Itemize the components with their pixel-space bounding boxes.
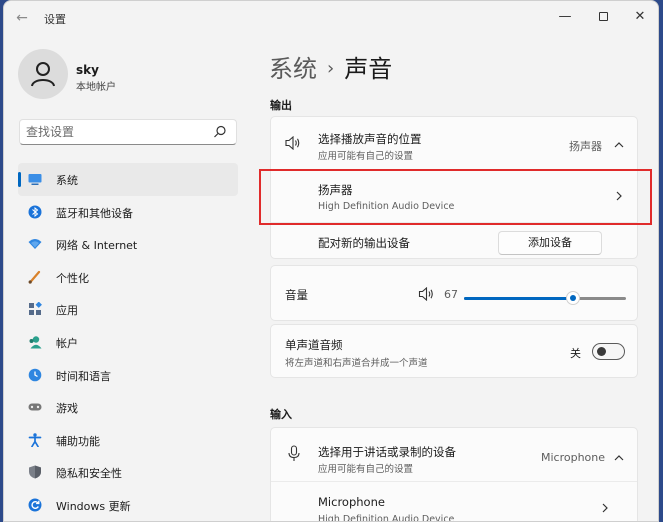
user-name: sky	[76, 63, 99, 77]
gaming-icon	[28, 403, 42, 411]
volume-slider[interactable]	[464, 291, 626, 305]
microphone-icon	[288, 445, 300, 461]
bluetooth-icon	[28, 205, 42, 219]
user-icon	[31, 62, 55, 87]
close-button[interactable]: ✕	[628, 7, 652, 27]
breadcrumb: 系统 › 声音	[269, 49, 392, 84]
time-language-icon	[28, 368, 42, 381]
volume-slider-thumb[interactable]	[565, 291, 580, 305]
sidebar-item-label: 辅助功能	[56, 434, 100, 448]
chevron-up-icon[interactable]	[613, 452, 625, 464]
volume-card: 音量 67	[270, 265, 638, 321]
pair-output-label: 配对新的输出设备	[318, 236, 410, 250]
maximize-icon	[598, 12, 608, 21]
breadcrumb-separator: ›	[327, 58, 335, 79]
title-bar: ← 设置 — ✕	[4, 1, 658, 35]
output-select-title: 选择播放声音的位置	[318, 132, 422, 146]
input-device-selector[interactable]: 选择用于讲话或录制的设备 应用可能有自己的设置 Microphone	[271, 428, 637, 481]
network-icon	[28, 239, 42, 250]
speaker-icon	[285, 136, 300, 150]
mono-toggle-state: 关	[570, 347, 581, 360]
sidebar-item-gaming[interactable]: 游戏	[18, 391, 238, 424]
sidebar-item-label: 网络 & Internet	[56, 239, 138, 253]
volume-slider-fill	[464, 297, 573, 300]
pair-output-row: 配对新的输出设备 添加设备	[271, 222, 637, 260]
output-section-title: 输出	[270, 99, 292, 112]
output-device-description: High Definition Audio Device	[318, 201, 455, 212]
maximize-button[interactable]	[591, 7, 615, 27]
volume-label: 音量	[285, 288, 308, 302]
sidebar-item-label: 系统	[56, 174, 78, 187]
search-box[interactable]	[19, 119, 237, 145]
search-icon[interactable]	[213, 125, 227, 139]
apps-icon	[29, 302, 42, 316]
input-device-microphone[interactable]: Microphone High Definition Audio Device	[271, 481, 637, 522]
chevron-up-icon[interactable]	[613, 139, 625, 151]
mono-audio-subtitle: 将左声道和右声道合并成一个声道	[285, 358, 428, 369]
sidebar-item-accessibility[interactable]: 辅助功能	[18, 424, 238, 457]
windows-update-icon	[28, 498, 42, 512]
accounts-icon	[29, 336, 42, 349]
input-select-subtitle: 应用可能有自己的设置	[318, 464, 414, 475]
sidebar-item-windows-update[interactable]: Windows 更新	[18, 489, 238, 521]
personalization-icon	[28, 270, 41, 284]
input-card: 选择用于讲话或录制的设备 应用可能有自己的设置 Microphone Micro…	[270, 427, 638, 522]
toggle-knob	[597, 347, 606, 356]
chevron-right-icon[interactable]	[599, 502, 611, 514]
sidebar-item-label: 蓝牙和其他设备	[56, 206, 133, 220]
account-type: 本地帐户	[76, 82, 116, 93]
volume-value: 67	[444, 288, 458, 301]
output-device-selector[interactable]: 选择播放声音的位置 应用可能有自己的设置 扬声器	[271, 117, 637, 169]
shield-icon	[29, 465, 41, 479]
chevron-right-icon[interactable]	[613, 190, 625, 202]
sidebar-item-personalization[interactable]: 个性化	[18, 261, 238, 294]
sidebar-item-label: 个性化	[56, 271, 89, 285]
back-arrow-icon[interactable]: ←	[14, 10, 30, 26]
page-title: 声音	[344, 55, 393, 83]
sidebar-item-time-language[interactable]: 时间和语言	[18, 359, 238, 392]
sidebar-item-privacy[interactable]: 隐私和安全性	[18, 456, 238, 489]
volume-icon[interactable]	[418, 287, 435, 301]
search-input[interactable]	[26, 124, 206, 140]
system-icon	[28, 174, 42, 185]
sidebar-item-label: 隐私和安全性	[56, 467, 122, 481]
output-device-name: 扬声器	[318, 183, 353, 197]
input-section-title: 输入	[270, 408, 292, 421]
sidebar-item-network[interactable]: 网络 & Internet	[18, 228, 238, 261]
mono-audio-card: 单声道音频 将左声道和右声道合并成一个声道 关	[270, 324, 638, 378]
add-device-button[interactable]: 添加设备	[498, 231, 602, 255]
input-device-name: Microphone	[318, 495, 385, 509]
input-selected-value: Microphone	[541, 451, 606, 464]
sidebar-item-label: 帐户	[56, 336, 78, 350]
input-device-description: High Definition Audio Device	[318, 514, 455, 522]
sidebar-item-label: Windows 更新	[56, 499, 131, 513]
breadcrumb-parent[interactable]: 系统	[269, 55, 317, 83]
input-select-title: 选择用于讲话或录制的设备	[318, 445, 456, 459]
sidebar-item-label: 应用	[56, 304, 78, 318]
sidebar-item-apps[interactable]: 应用	[18, 293, 238, 326]
sidebar-item-label: 游戏	[56, 402, 78, 416]
minimize-button[interactable]: —	[553, 7, 577, 27]
output-device-speaker[interactable]: 扬声器 High Definition Audio Device	[271, 169, 637, 222]
output-selected-value: 扬声器	[569, 140, 602, 153]
sidebar-item-system[interactable]: 系统	[18, 163, 238, 196]
sidebar-item-accounts[interactable]: 帐户	[18, 326, 238, 359]
output-card: 选择播放声音的位置 应用可能有自己的设置 扬声器 扬声器 High Defini…	[270, 116, 638, 259]
app-title: 设置	[44, 13, 66, 26]
sidebar-nav: 系统 蓝牙和其他设备 网络 & Internet 个性化 应用 帐户 时间和语言…	[18, 163, 238, 521]
accessibility-icon	[28, 433, 42, 447]
mono-audio-toggle[interactable]	[592, 343, 625, 360]
settings-window: ← 设置 — ✕ sky 本地帐户 系统	[3, 0, 659, 522]
sidebar-item-label: 时间和语言	[56, 369, 111, 383]
sidebar-item-bluetooth[interactable]: 蓝牙和其他设备	[18, 196, 238, 229]
mono-audio-title: 单声道音频	[285, 338, 343, 352]
output-select-subtitle: 应用可能有自己的设置	[318, 151, 414, 162]
avatar[interactable]	[18, 49, 68, 99]
